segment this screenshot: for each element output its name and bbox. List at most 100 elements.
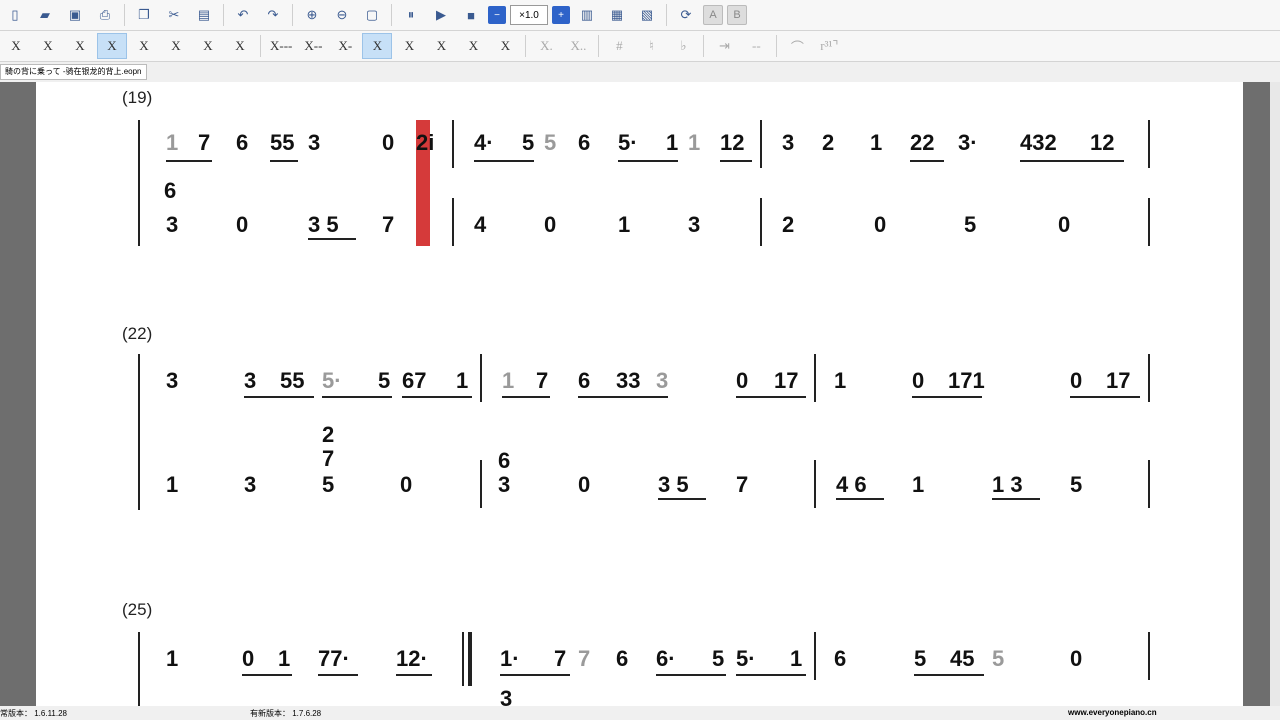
note: 4· [474,130,494,155]
note: 1 [456,368,469,393]
note: 5· [618,130,638,155]
vertical-scrollbar[interactable] [1270,82,1280,706]
beam [166,160,212,162]
note: 5 [544,130,557,155]
print-icon[interactable]: ⎙ [92,3,118,27]
note-button[interactable]: X [1,33,31,59]
note: 0 [236,212,249,237]
note: 1· [500,646,520,671]
note: 4 6 [836,472,867,497]
note: 1 [870,130,883,155]
note: 7 [536,368,549,393]
note-button[interactable]: X [225,33,255,59]
pause-icon[interactable]: ⏸ [398,3,424,27]
speed-up-icon[interactable]: + [552,6,570,24]
beam [736,674,806,676]
score-view-icon[interactable]: ▧ [634,3,660,27]
toolbar-separator [598,35,600,57]
duration-button[interactable]: X [362,33,393,59]
note-button[interactable]: X [97,33,127,59]
flat-button[interactable]: ♭ [668,33,698,59]
sharp-button[interactable]: # [604,33,634,59]
note: 12 [720,130,745,155]
bar-line [1148,198,1150,246]
note-button[interactable]: X [161,33,191,59]
loop-icon[interactable]: ⟳ [673,3,699,27]
duration-button[interactable]: X--- [266,33,296,59]
natural-button[interactable]: ♮ [636,33,666,59]
cut-icon[interactable]: ✂ [161,3,187,27]
notation-toolbar: X X X X X X X X X--- X-- X- X X X X X X.… [0,31,1280,62]
note: 0 [242,646,255,671]
note: 1 [912,472,925,497]
note: 22 [910,130,935,155]
letter-b-icon[interactable]: B [727,5,747,25]
toolbar-separator [124,4,125,26]
note: 7 [554,646,567,671]
repeat-bar-line [468,632,472,686]
toolbar-separator [776,35,778,57]
note: 12· [396,646,428,671]
letter-a-icon[interactable]: A [703,5,723,25]
beam [502,396,550,398]
fit-page-icon[interactable]: ▢ [359,3,385,27]
site-link[interactable]: www.everyonepiano.cn [1068,708,1157,717]
duration-button[interactable]: X [426,33,456,59]
beam [402,396,472,398]
speed-input[interactable]: ×1.0 [510,5,548,25]
triplet-button[interactable]: r³¹⌝ [814,33,844,59]
duration-button[interactable]: X [490,33,520,59]
beam [618,160,678,162]
note: 1 [502,368,515,393]
slur-button[interactable]: ⌒ [782,33,812,59]
note: 171 [948,368,985,393]
piano-view-icon[interactable]: ▥ [574,3,600,27]
bar-line [1148,460,1150,508]
duration-button[interactable]: X [458,33,488,59]
score-sheet[interactable]: (19) 1 7 6 55 3 0 2i 4· 5 5 6 5· 1 1 12 … [36,82,1243,706]
note: 5 [322,472,335,497]
play-icon[interactable]: ▶ [428,3,454,27]
toolbar-separator [292,4,293,26]
bar-line [1148,632,1150,680]
undo-icon[interactable]: ↶ [230,3,256,27]
save-icon[interactable]: ▣ [62,3,88,27]
stop-icon[interactable]: ■ [458,3,484,27]
duration-button[interactable]: X- [330,33,360,59]
tie-button[interactable]: ⇥ [709,33,739,59]
redo-icon[interactable]: ↷ [260,3,286,27]
spectrum-icon[interactable]: ▦ [604,3,630,27]
note-button[interactable]: X [193,33,223,59]
bar-line [814,460,816,508]
new-file-icon[interactable]: ▯ [2,3,28,27]
note: 67 [402,368,427,393]
note-button[interactable]: X [65,33,95,59]
double-dot-button[interactable]: X.. [563,33,593,59]
note: 5 [992,646,1005,671]
open-folder-icon[interactable]: ▰ [32,3,58,27]
dot-button[interactable]: X. [531,33,561,59]
note: 432 [1020,130,1057,155]
bar-line [452,198,454,246]
note: 5 [522,130,535,155]
note: 0 [736,368,749,393]
note: 0 [578,472,591,497]
beam [658,498,706,500]
note: 1 [666,130,679,155]
document-tab[interactable]: 騎の背に乗って -骑在银龙的背上.eopn [0,64,147,80]
speed-down-icon[interactable]: − [488,6,506,24]
note: 7 [382,212,395,237]
note-button[interactable]: X [129,33,159,59]
rest-button[interactable]: -- [741,33,771,59]
copy-icon[interactable]: ❐ [131,3,157,27]
note-button[interactable]: X [33,33,63,59]
beam [244,396,314,398]
zoom-in-icon[interactable]: ⊕ [299,3,325,27]
note: 3 [166,368,179,393]
zoom-out-icon[interactable]: ⊖ [329,3,355,27]
duration-button[interactable]: X-- [298,33,328,59]
duration-button[interactable]: X [394,33,424,59]
bar-line [480,354,482,402]
paste-icon[interactable]: ▤ [191,3,217,27]
note: 6 [578,130,591,155]
